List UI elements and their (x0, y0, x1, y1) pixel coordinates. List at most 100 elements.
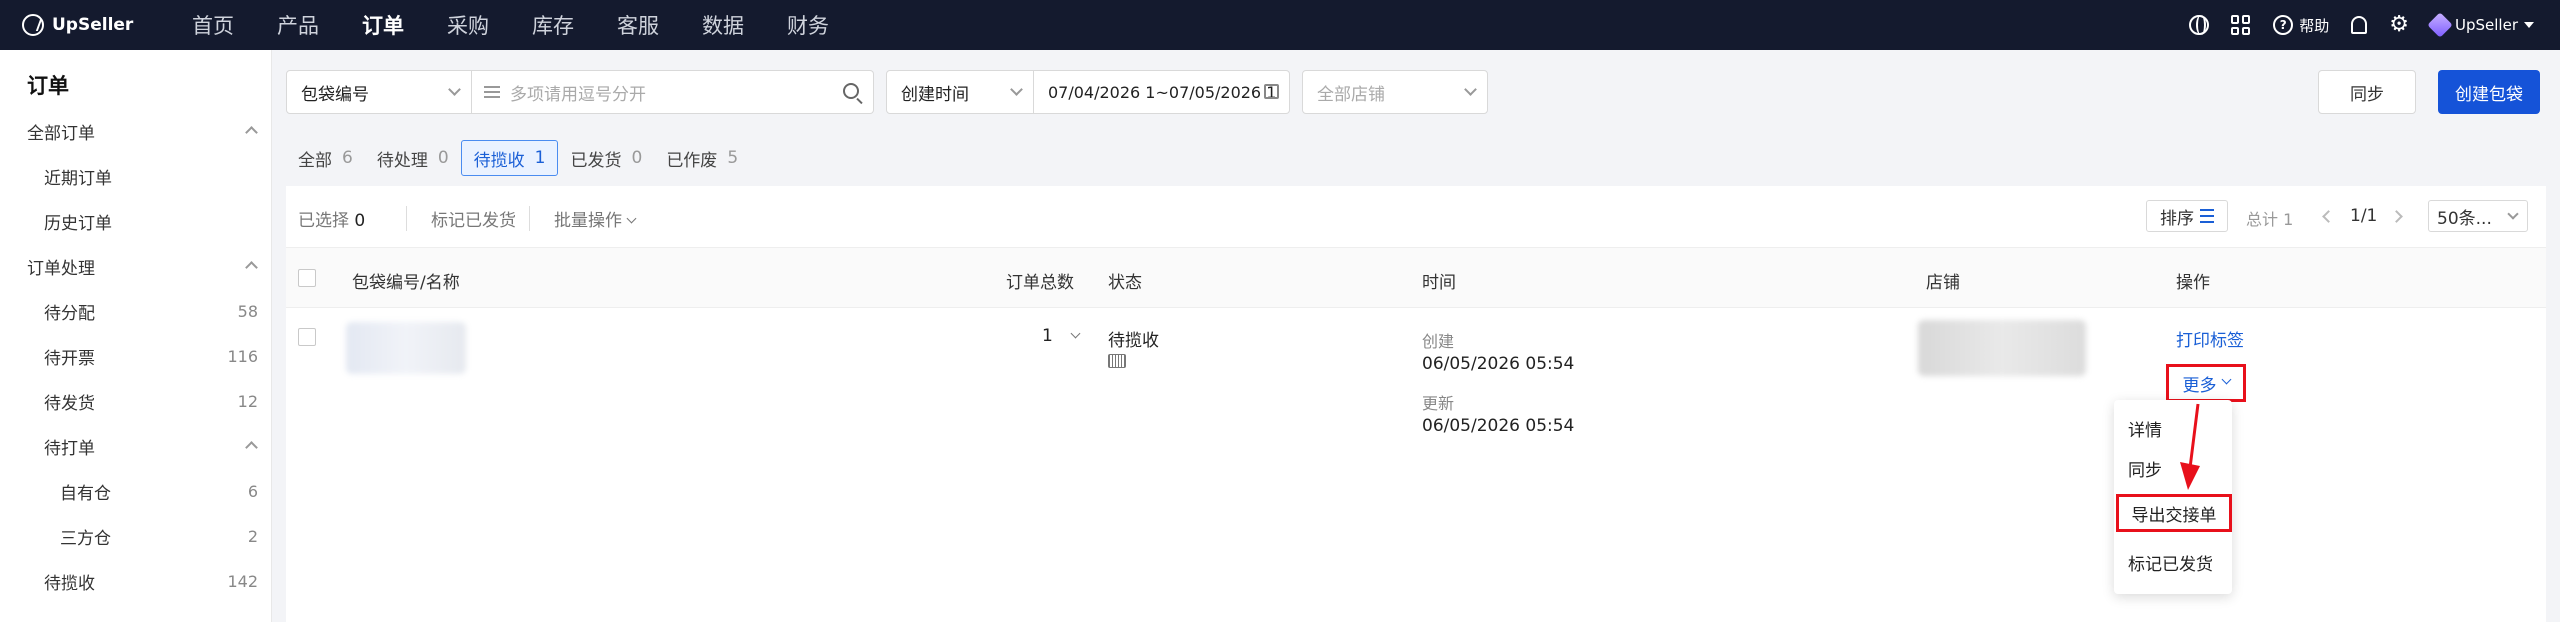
date-range-picker[interactable]: 07/04/2026 1~07/05/2026 1 (1034, 70, 1290, 114)
page-size-select[interactable]: 50条... (2428, 200, 2528, 232)
selected-count: 已选择 0 (298, 206, 365, 231)
tab-all[interactable]: 全部 6 (286, 140, 365, 176)
time-type-select[interactable]: 创建时间 (886, 70, 1034, 114)
menu-item-export-handover[interactable]: 导出交接单 (2116, 494, 2232, 532)
row-checkbox[interactable] (298, 328, 316, 346)
chevron-down-icon (2507, 208, 2519, 220)
store-name-blurred (1918, 320, 2086, 376)
logo[interactable]: UpSeller (22, 14, 172, 36)
more-label: 更多 (2182, 375, 2217, 396)
nav-item-products[interactable]: 产品 (277, 10, 319, 40)
sidebar-item-own-warehouse[interactable]: 自有仓 6 (0, 476, 272, 506)
filter-bar: 包袋编号 多项请用逗号分开 创建时间 07/04/2026 1~07/05/20… (286, 70, 1488, 114)
nav-item-inventory[interactable]: 库存 (532, 10, 574, 40)
sidebar-item-third-party-warehouse[interactable]: 三方仓 2 (0, 521, 272, 551)
col-header-store: 店铺 (1926, 273, 1960, 293)
sidebar-item-label: 待发货 (44, 393, 95, 414)
search-placeholder: 多项请用逗号分开 (510, 84, 646, 105)
search-type-select[interactable]: 包袋编号 (286, 70, 472, 114)
menu-item-details[interactable]: 详情 (2128, 416, 2162, 441)
sidebar-item-count: 142 (227, 571, 258, 591)
sort-icon (2200, 209, 2214, 223)
chevron-down-icon[interactable] (1070, 328, 1081, 339)
logo-text: UpSeller (52, 15, 134, 35)
sort-button[interactable]: 排序 (2146, 200, 2228, 232)
status-tabs: 全部 6 待处理 0 待揽收 1 已发货 0 已作废 5 (286, 140, 750, 176)
order-total-value: 1 (1042, 326, 1053, 346)
selected-count-value: 0 (354, 211, 366, 231)
updated-time: 06/05/2026 05:54 (1422, 416, 1575, 436)
tab-count: 0 (631, 148, 643, 168)
prev-page-icon[interactable] (2322, 210, 2335, 223)
tab-to-pickup[interactable]: 待揽收 1 (460, 140, 559, 176)
notification-button[interactable] (2351, 16, 2368, 34)
sidebar-item-label: 待打单 (44, 438, 95, 459)
nav-item-purchase[interactable]: 采购 (447, 10, 489, 40)
store-select[interactable]: 全部店铺 (1302, 70, 1488, 114)
sidebar-item-count: 58 (237, 301, 258, 321)
sidebar: 订单 全部订单 近期订单 历史订单 订单处理 待分配 58 待开票 116 待发… (0, 50, 272, 622)
menu-item-mark-shipped[interactable]: 标记已发货 (2128, 550, 2213, 575)
sidebar-item-count: 6 (247, 481, 258, 501)
apps-grid-icon (2231, 15, 2251, 35)
mark-shipped-button[interactable]: 标记已发货 (406, 206, 516, 231)
more-actions-button[interactable]: 更多 (2166, 364, 2246, 402)
apps-button[interactable] (2231, 15, 2251, 35)
sidebar-item-label: 待开票 (44, 348, 95, 369)
sidebar-item-label: 三方仓 (60, 528, 111, 549)
search-icon[interactable] (843, 83, 859, 99)
sidebar-item-count: 12 (237, 391, 258, 411)
sidebar-item-recent-orders[interactable]: 近期订单 (0, 161, 272, 191)
tab-shipped[interactable]: 已发货 0 (558, 140, 654, 176)
table-header: 包袋编号/名称 订单总数 状态 时间 店铺 操作 (286, 248, 2546, 308)
nav-item-data[interactable]: 数据 (702, 10, 744, 40)
sidebar-item-label: 自有仓 (60, 483, 111, 504)
menu-item-sync[interactable]: 同步 (2128, 456, 2162, 481)
sidebar-item-to-pickup[interactable]: 待揽收 142 (0, 566, 272, 596)
main-nav: 首页 产品 订单 采购 库存 客服 数据 财务 (192, 10, 872, 40)
select-all-checkbox[interactable] (298, 269, 316, 287)
list-icon (484, 86, 500, 98)
search-input[interactable]: 多项请用逗号分开 (472, 70, 874, 114)
tab-count: 5 (727, 148, 739, 168)
chevron-down-icon (448, 83, 461, 96)
bulk-ops-dropdown[interactable]: 批量操作 (529, 206, 637, 231)
status-text: 待揽收 (1108, 331, 1159, 351)
store-placeholder: 全部店铺 (1317, 84, 1385, 105)
sidebar-item-history-orders[interactable]: 历史订单 (0, 206, 272, 236)
sidebar-item-to-invoice[interactable]: 待开票 116 (0, 341, 272, 371)
settings-button[interactable]: ⚙ (2389, 14, 2409, 36)
gear-icon: ⚙ (2389, 12, 2410, 37)
next-page-icon[interactable] (2390, 210, 2403, 223)
sidebar-item-all-orders[interactable]: 全部订单 (0, 116, 272, 146)
chevron-down-icon (626, 213, 637, 224)
account-menu[interactable]: UpSeller (2427, 12, 2534, 38)
tab-voided[interactable]: 已作废 5 (654, 140, 750, 176)
nav-item-home[interactable]: 首页 (192, 10, 234, 40)
sidebar-item-to-assign[interactable]: 待分配 58 (0, 296, 272, 326)
sort-label: 排序 (2160, 208, 2194, 229)
language-button[interactable] (2189, 15, 2210, 35)
chevron-down-icon (2524, 22, 2534, 28)
create-bag-button[interactable]: 创建包袋 (2438, 70, 2540, 114)
nav-item-finance[interactable]: 财务 (787, 10, 829, 40)
tab-pending[interactable]: 待处理 0 (365, 140, 461, 176)
sidebar-item-count: 2 (247, 526, 258, 546)
sync-button[interactable]: 同步 (2318, 70, 2416, 114)
sidebar-item-order-processing[interactable]: 订单处理 (0, 251, 272, 281)
help-button[interactable]: ? 帮助 (2273, 15, 2329, 36)
col-header-order-total: 订单总数 (1006, 273, 1074, 293)
sidebar-item-label: 近期订单 (44, 168, 112, 189)
barcode-icon (1108, 354, 1126, 368)
nav-item-orders[interactable]: 订单 (362, 10, 404, 40)
selected-label: 已选择 (298, 211, 349, 231)
updated-label: 更新 (1422, 394, 1455, 413)
chevron-down-icon (1010, 83, 1023, 96)
sidebar-item-to-print[interactable]: 待打单 (0, 431, 272, 461)
chevron-up-icon (245, 126, 258, 139)
print-label-link[interactable]: 打印标签 (2176, 326, 2244, 351)
col-header-name: 包袋编号/名称 (352, 273, 460, 293)
sidebar-item-label: 待分配 (44, 303, 95, 324)
sidebar-item-to-ship[interactable]: 待发货 12 (0, 386, 272, 416)
nav-item-service[interactable]: 客服 (617, 10, 659, 40)
